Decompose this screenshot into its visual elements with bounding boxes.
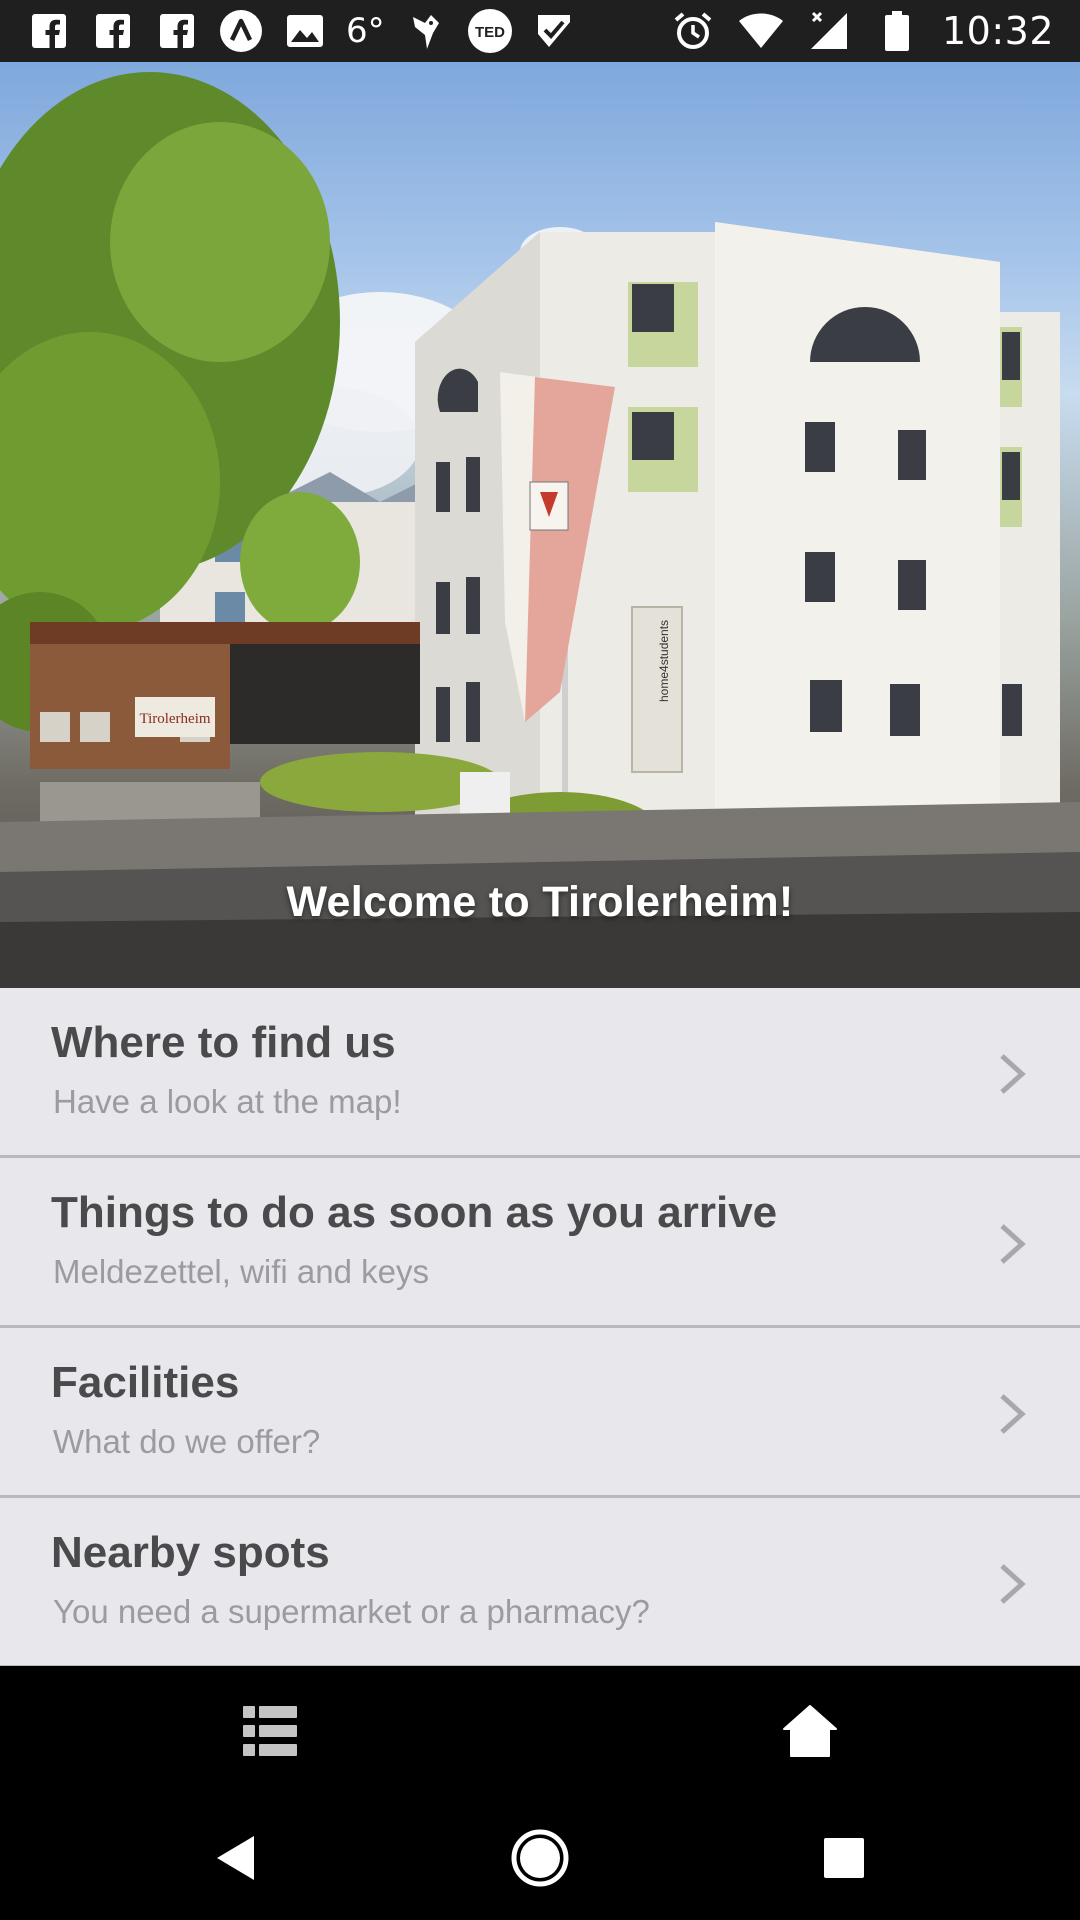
menu-item-subtitle: What do we offer? — [53, 1423, 321, 1460]
building-label-text: home4students — [657, 620, 671, 702]
facebook-icon — [154, 8, 200, 54]
image-icon — [282, 8, 328, 54]
chevron-right-icon — [1000, 1054, 1026, 1094]
tab-bar — [0, 1666, 1080, 1796]
menu-item-where-to-find-us[interactable]: Where to find us Have a look at the map! — [0, 988, 1080, 1158]
bird-icon — [403, 8, 449, 54]
system-icons: 10:32 — [670, 8, 1054, 54]
home-button[interactable] — [480, 1796, 600, 1920]
menu-item-title: Facilities — [51, 1358, 240, 1407]
back-icon — [217, 1836, 254, 1880]
notification-icons: 6° TED — [26, 8, 577, 54]
menu-item-title: Things to do as soon as you arrive — [51, 1188, 778, 1237]
back-button[interactable] — [176, 1796, 296, 1920]
home-circle-icon — [511, 1829, 569, 1887]
alarm-icon — [670, 8, 716, 54]
ted-icon: TED — [467, 8, 513, 54]
wifi-icon — [738, 8, 784, 54]
recents-icon — [824, 1838, 864, 1878]
home-icon — [783, 1705, 837, 1757]
welcome-title: Welcome to Tirolerheim! — [286, 878, 794, 926]
clock-text: 10:32 — [941, 9, 1054, 53]
menu-list: Where to find us Have a look at the map!… — [0, 988, 1080, 1668]
chevron-right-icon — [1000, 1564, 1026, 1604]
list-icon — [243, 1706, 297, 1756]
tab-home[interactable] — [540, 1666, 1080, 1796]
signal-icon — [806, 8, 852, 54]
chevron-right-icon — [1000, 1394, 1026, 1434]
menu-item-nearby-spots[interactable]: Nearby spots You need a supermarket or a… — [0, 1498, 1080, 1668]
facebook-icon — [26, 8, 72, 54]
menu-item-subtitle: Meldezettel, wifi and keys — [53, 1253, 430, 1290]
status-bar: 6° TED 10:32 — [0, 0, 1080, 62]
menu-item-subtitle: You need a supermarket or a pharmacy? — [53, 1593, 650, 1630]
building-photo: home4students Tirolerheim — [0, 72, 1080, 988]
hero-image: home4students Tirolerheim Welcome to Tir… — [0, 62, 1080, 988]
battery-icon — [874, 8, 920, 54]
menu-item-things-to-do[interactable]: Things to do as soon as you arrive Melde… — [0, 1158, 1080, 1328]
tab-list[interactable] — [0, 1666, 540, 1796]
menu-item-title: Where to find us — [51, 1018, 396, 1067]
system-navigation-bar — [0, 1796, 1080, 1920]
facebook-icon — [90, 8, 136, 54]
chevron-right-icon — [1000, 1224, 1026, 1264]
arc-icon — [218, 8, 264, 54]
checkmark-icon — [531, 8, 577, 54]
recents-button[interactable] — [784, 1796, 904, 1920]
temperature-text: 6° — [346, 11, 385, 51]
svg-text:TED: TED — [475, 24, 505, 41]
menu-item-title: Nearby spots — [51, 1528, 330, 1577]
menu-item-subtitle: Have a look at the map! — [53, 1083, 402, 1120]
tirolerheim-sign-text: Tirolerheim — [139, 711, 210, 727]
menu-item-facilities[interactable]: Facilities What do we offer? — [0, 1328, 1080, 1498]
